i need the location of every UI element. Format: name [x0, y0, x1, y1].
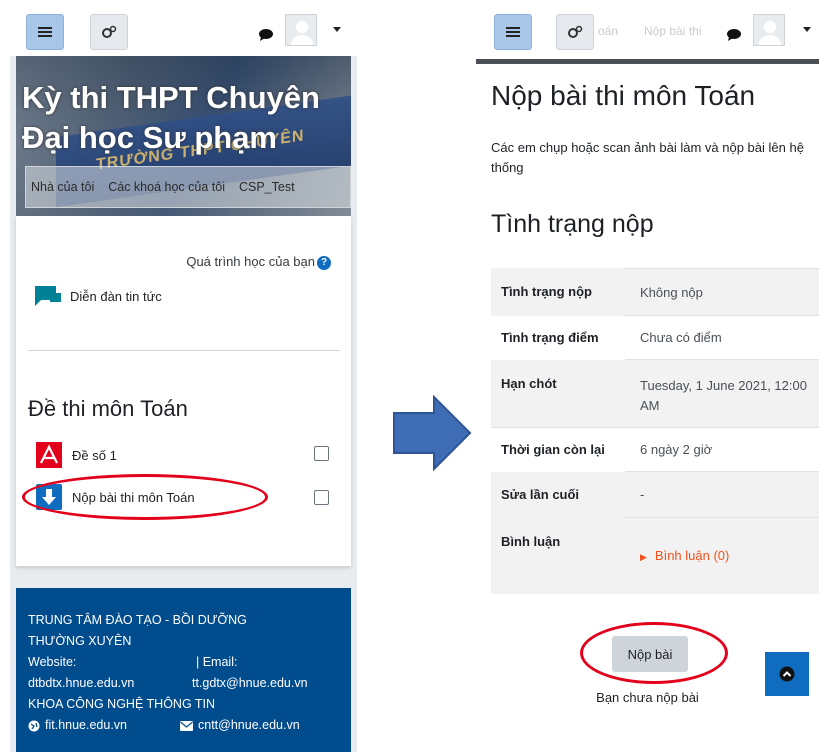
chevron-down-icon[interactable] [332, 26, 342, 34]
breadcrumb-my-courses[interactable]: Các khoá học của tôi [108, 180, 225, 194]
hamburger-icon [506, 27, 520, 37]
help-icon[interactable]: ? [317, 255, 331, 270]
footer-org-line: TRUNG TÂM ĐÀO TẠO - BỒI DƯỠNG [28, 613, 247, 627]
highlight-ellipse [580, 622, 728, 684]
row-label: Thời gian còn lại [491, 427, 625, 472]
course-header: TRƯỜNG THPT CHUYÊN Kỳ thi THPT Chuyên Đạ… [16, 56, 351, 216]
page-title: Nộp bài thi môn Toán [491, 80, 756, 111]
breadcrumb: Nhà của tôi Các khoá học của tôi CSP_Tes… [25, 166, 351, 208]
activity-label: Đề số 1 [72, 447, 117, 463]
faded-breadcrumb: Nộp bài thi [644, 24, 702, 38]
speech-bubble-icon[interactable] [726, 28, 742, 42]
completion-checkbox[interactable] [314, 490, 329, 505]
row-label: Tình trạng điểm [491, 315, 625, 360]
top-navbar [10, 0, 357, 56]
row-label: Bình luận [491, 518, 625, 594]
footer-email-link[interactable]: tt.gdtx@hnue.edu.vn [192, 673, 308, 694]
footer-email2[interactable]: cntt@hnue.edu.vn [180, 715, 300, 736]
gears-button[interactable] [556, 14, 594, 50]
right-arrow-icon [393, 395, 472, 471]
divider [28, 350, 340, 351]
row-value: Không nộp [640, 284, 703, 300]
completion-checkbox[interactable] [314, 446, 329, 461]
row-label: Tình trạng nộp [491, 268, 625, 316]
row-value: - [640, 487, 645, 502]
breadcrumb-home[interactable]: Nhà của tôi [31, 180, 94, 194]
submission-status-heading: Tình trạng nộp [491, 210, 654, 238]
pdf-icon [36, 442, 62, 468]
envelope-icon [180, 720, 193, 731]
gears-button[interactable] [90, 14, 128, 50]
row-value: Tuesday, 1 June 2021, 12:00 AM [640, 378, 807, 413]
footer-org-line: THƯỜNG XUYÊN [28, 634, 132, 648]
footer-contact-values: dtbdtx.hnue.edu.vn tt.gdtx@hnue.edu.vn [28, 673, 351, 694]
footer-contact-labels: Website: | Email: [28, 652, 351, 673]
footer-faculty: KHOA CÔNG NGHỆ THÔNG TIN [28, 697, 216, 711]
highlight-ellipse [22, 474, 268, 520]
submission-status-table: Tình trạng nộp Không nộp Tình trạng điểm… [491, 268, 819, 594]
comments-link[interactable]: ▶ Bình luận (0) [640, 548, 729, 563]
footer-email-label: | Email: [196, 655, 238, 669]
avatar[interactable] [753, 14, 785, 46]
footer-site2[interactable]: fit.hnue.edu.vn [28, 715, 180, 736]
left-screen: TRƯỜNG THPT CHUYÊN Kỳ thi THPT Chuyên Đạ… [10, 0, 357, 752]
row-value: 6 ngày 2 giờ [640, 442, 713, 457]
table-row: Bình luận ▶ Bình luận (0) [491, 518, 819, 594]
assignment-description: Các em chụp hoặc scan ảnh bài làm và nộp… [491, 140, 804, 175]
globe-icon [28, 720, 40, 731]
news-forum-label: Diễn đàn tin tức [70, 288, 162, 304]
comments-cell: ▶ Bình luận (0) [625, 518, 819, 594]
right-screen: oán Nộp bài thi Nộp bài thi môn Toán Các… [476, 0, 819, 752]
footer-website-link[interactable]: dtbdtx.hnue.edu.vn [28, 673, 192, 694]
site-footer: TRUNG TÂM ĐÀO TẠO - BỒI DƯỠNG THƯỜNG XUY… [16, 588, 351, 752]
row-label: Hạn chót [491, 360, 625, 427]
course-content: Quá trình học của bạn? Diễn đàn tin tức … [16, 216, 351, 566]
table-row: Hạn chót Tuesday, 1 June 2021, 12:00 AM [491, 360, 819, 428]
footer-email2-label: cntt@hnue.edu.vn [198, 718, 300, 732]
course-progress: Quá trình học của bạn? [186, 254, 331, 270]
course-progress-label: Quá trình học của bạn [186, 254, 315, 269]
chevron-down-icon[interactable] [802, 26, 812, 34]
footer-website-label: Website: [28, 655, 77, 669]
menu-button[interactable] [494, 14, 532, 50]
comments-link-label: Bình luận (0) [654, 548, 730, 563]
forum-icon [35, 286, 61, 306]
speech-bubble-icon[interactable] [258, 28, 274, 42]
chevron-up-circle-icon [779, 666, 795, 682]
menu-button[interactable] [26, 14, 64, 50]
section-title: Đề thi môn Toán [28, 396, 188, 421]
activity-pdf[interactable]: Đề số 1 [36, 442, 117, 468]
row-label: Sửa lần cuối [491, 471, 625, 518]
top-navbar: oán Nộp bài thi [476, 0, 819, 64]
gears-icon [102, 25, 117, 38]
caret-right-icon: ▶ [640, 552, 647, 562]
gears-icon [568, 25, 583, 38]
footer-faculty-contact: fit.hnue.edu.vn cntt@hnue.edu.vn [28, 715, 351, 736]
header-underline [476, 59, 819, 64]
news-forum-link[interactable]: Diễn đàn tin tức [34, 284, 162, 308]
course-title: Kỳ thi THPT Chuyên Đại học Sư phạm [22, 80, 320, 155]
table-row: Tình trạng nộp Không nộp [491, 268, 819, 316]
row-value: Chưa có điểm [640, 330, 722, 345]
breadcrumb-course[interactable]: CSP_Test [239, 180, 295, 194]
avatar[interactable] [285, 14, 317, 46]
footer-site2-label: fit.hnue.edu.vn [45, 718, 128, 732]
table-row: Sửa lần cuối - [491, 471, 819, 518]
hamburger-icon [38, 27, 52, 37]
table-row: Thời gian còn lại 6 ngày 2 giờ [491, 427, 819, 472]
back-to-top-button[interactable] [765, 652, 809, 696]
faded-breadcrumb: oán [598, 24, 619, 38]
table-row: Tình trạng điểm Chưa có điểm [491, 315, 819, 360]
